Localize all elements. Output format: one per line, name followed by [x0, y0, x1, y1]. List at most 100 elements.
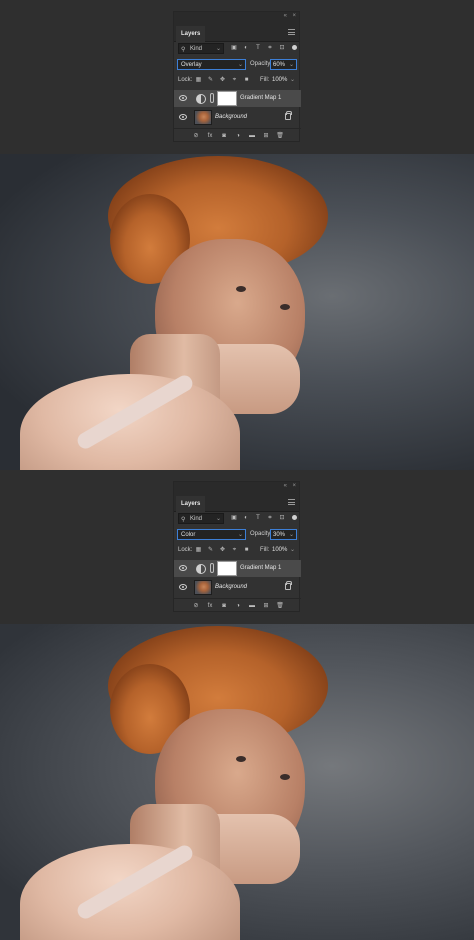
- opacity-value: 30%: [273, 532, 286, 538]
- visibility-eye-icon[interactable]: [179, 95, 187, 101]
- collapse-icon[interactable]: «: [284, 13, 287, 19]
- middle-band: « × Layers ⚲ Kind ⌄ ▣ ◐ T ⌗ ⊡ Color ⌄ Op…: [0, 470, 474, 624]
- delete-icon[interactable]: 🗑: [276, 132, 284, 140]
- image-filter-icon[interactable]: ▣: [230, 44, 238, 52]
- type-filter-icon[interactable]: T: [254, 44, 262, 52]
- filter-toggle[interactable]: [292, 515, 297, 520]
- fill-value: 100%: [272, 547, 288, 553]
- lock-artboard-icon[interactable]: ⌖: [231, 77, 238, 84]
- layer-row-gradient-map[interactable]: Gradient Map 1: [174, 90, 301, 107]
- collapse-icon[interactable]: «: [284, 483, 287, 489]
- shape-filter-icon[interactable]: ⌗: [266, 44, 274, 52]
- link-layers-icon[interactable]: ⊘: [192, 602, 200, 610]
- adjustment-filter-icon[interactable]: ◐: [242, 514, 250, 522]
- filter-icons: ▣ ◐ T ⌗ ⊡: [230, 44, 286, 52]
- new-group-icon[interactable]: ▬: [248, 132, 256, 140]
- blend-row: Color ⌄ Opacity: 30% ⌄: [174, 529, 301, 542]
- lock-transparent-pixels-icon[interactable]: ▦: [195, 547, 202, 554]
- layer-row-gradient-map[interactable]: Gradient Map 1: [174, 560, 301, 577]
- photo-preview-color: [0, 624, 474, 940]
- visibility-eye-icon[interactable]: [179, 584, 187, 590]
- link-chain-icon[interactable]: [210, 93, 214, 103]
- lock-row: Lock: ▦ ✎ ✥ ⌖ ■ Fill: 100% ⌄: [174, 545, 301, 557]
- panel-menu-icon[interactable]: [288, 29, 295, 35]
- lock-position-icon[interactable]: ✥: [219, 77, 226, 84]
- eye-left: [236, 286, 246, 292]
- blend-mode-select[interactable]: Overlay ⌄: [177, 59, 246, 70]
- close-icon[interactable]: ×: [292, 483, 296, 489]
- add-mask-icon[interactable]: ◙: [220, 132, 228, 140]
- lock-image-pixels-icon[interactable]: ✎: [207, 547, 214, 554]
- blend-row: Overlay ⌄ Opacity: 60% ⌄: [174, 59, 301, 72]
- kind-filter-select[interactable]: ⚲ Kind ⌄: [178, 43, 224, 54]
- chevron-down-icon: ⌄: [288, 62, 294, 68]
- new-layer-icon[interactable]: ⊞: [262, 132, 270, 140]
- opacity-value: 60%: [273, 62, 286, 68]
- image-filter-icon[interactable]: ▣: [230, 514, 238, 522]
- lock-label: Lock:: [178, 77, 193, 83]
- layer-mask-thumbnail[interactable]: [217, 561, 237, 576]
- search-icon: ⚲: [181, 517, 186, 523]
- layer-row-background[interactable]: Background: [174, 579, 301, 596]
- adjustment-layer-icon: [194, 92, 206, 104]
- layer-name: Gradient Map 1: [240, 95, 282, 101]
- add-mask-icon[interactable]: ◙: [220, 602, 228, 610]
- lock-icons: ▦ ✎ ✥ ⌖ ■: [195, 547, 250, 554]
- opacity-input[interactable]: 30% ⌄: [270, 529, 297, 540]
- layer-mask-thumbnail[interactable]: [217, 91, 237, 106]
- filter-toggle[interactable]: [292, 45, 297, 50]
- new-group-icon[interactable]: ▬: [248, 602, 256, 610]
- kind-label: Kind: [190, 516, 203, 522]
- eye-right: [280, 304, 290, 310]
- lock-transparent-pixels-icon[interactable]: ▦: [195, 77, 202, 84]
- visibility-eye-icon[interactable]: [179, 565, 187, 571]
- visibility-eye-icon[interactable]: [179, 114, 187, 120]
- fx-icon[interactable]: fx: [206, 602, 214, 610]
- lock-artboard-icon[interactable]: ⌖: [231, 547, 238, 554]
- fill-label: Fill:: [260, 547, 270, 553]
- layer-row-background[interactable]: Background: [174, 109, 301, 126]
- fill-input[interactable]: 100% ⌄: [270, 545, 297, 556]
- opacity-input[interactable]: 60% ⌄: [270, 59, 297, 70]
- filter-icons: ▣ ◐ T ⌗ ⊡: [230, 514, 286, 522]
- footer-icons: ⊘ fx ◙ ◑ ▬ ⊞ 🗑: [192, 602, 284, 610]
- adjustment-filter-icon[interactable]: ◐: [242, 44, 250, 52]
- delete-icon[interactable]: 🗑: [276, 602, 284, 610]
- lock-all-icon[interactable]: ■: [243, 547, 250, 554]
- link-chain-icon[interactable]: [210, 563, 214, 573]
- shape-filter-icon[interactable]: ⌗: [266, 514, 274, 522]
- adjustment-layer-icon: [194, 562, 206, 574]
- eye-left: [236, 756, 246, 762]
- smart-object-filter-icon[interactable]: ⊡: [278, 44, 286, 52]
- panel-tab-row: Layers: [174, 494, 299, 512]
- lock-all-icon[interactable]: ■: [243, 77, 250, 84]
- tab-layers[interactable]: Layers: [176, 26, 206, 42]
- fill-input[interactable]: 100% ⌄: [270, 75, 297, 86]
- tab-layers[interactable]: Layers: [176, 496, 206, 512]
- blend-mode-select[interactable]: Color ⌄: [177, 529, 246, 540]
- fx-icon[interactable]: fx: [206, 132, 214, 140]
- lock-position-icon[interactable]: ✥: [219, 547, 226, 554]
- lock-icon: [285, 111, 292, 120]
- layer-thumbnail[interactable]: [194, 110, 212, 125]
- chevron-down-icon: ⌄: [288, 532, 294, 538]
- kind-filter-select[interactable]: ⚲ Kind ⌄: [178, 513, 224, 524]
- smart-object-filter-icon[interactable]: ⊡: [278, 514, 286, 522]
- eye-right: [280, 774, 290, 780]
- new-adjustment-icon[interactable]: ◑: [234, 602, 242, 610]
- type-filter-icon[interactable]: T: [254, 514, 262, 522]
- new-layer-icon[interactable]: ⊞: [262, 602, 270, 610]
- blend-mode-value: Color: [181, 532, 196, 538]
- new-adjustment-icon[interactable]: ◑: [234, 132, 242, 140]
- close-icon[interactable]: ×: [292, 13, 296, 19]
- chevron-down-icon: ⌄: [237, 62, 243, 68]
- chevron-down-icon: ⌄: [289, 547, 295, 553]
- chevron-down-icon: ⌄: [237, 532, 243, 538]
- search-icon: ⚲: [181, 47, 186, 53]
- portrait-figure: [0, 624, 474, 940]
- panel-menu-icon[interactable]: [288, 499, 295, 505]
- panel-footer: ⊘ fx ◙ ◑ ▬ ⊞ 🗑: [174, 128, 301, 141]
- lock-image-pixels-icon[interactable]: ✎: [207, 77, 214, 84]
- layer-thumbnail[interactable]: [194, 580, 212, 595]
- link-layers-icon[interactable]: ⊘: [192, 132, 200, 140]
